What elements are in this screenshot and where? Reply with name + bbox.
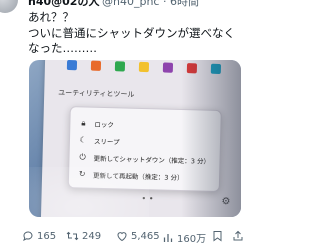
share-icon xyxy=(233,230,243,241)
photo-glare xyxy=(29,167,149,217)
retweet-icon xyxy=(66,231,79,241)
section-label: ユーティリティとツール xyxy=(58,88,135,99)
author-handle[interactable]: @h40_pnc · 6時間 xyxy=(102,0,199,9)
sleep-icon: ☾ xyxy=(79,135,87,145)
views-button[interactable]: 160万 xyxy=(162,230,206,245)
lock-icon: 🔒︎ xyxy=(81,118,86,128)
reply-button[interactable]: 165 xyxy=(22,230,56,242)
like-button[interactable]: 5,465 xyxy=(116,230,160,242)
app-tile xyxy=(138,61,150,73)
menu-item-label: スリープ xyxy=(93,137,120,147)
bookmark-button[interactable] xyxy=(212,230,226,242)
bar-chart-icon xyxy=(163,233,173,242)
update-shutdown-icon: ⏻ xyxy=(79,152,86,162)
share-button[interactable] xyxy=(232,230,247,242)
retweet-count: 249 xyxy=(82,230,102,242)
app-tile xyxy=(66,60,78,71)
reply-count: 165 xyxy=(37,230,57,242)
reply-icon xyxy=(23,231,33,242)
retweet-button[interactable]: 249 xyxy=(66,230,101,242)
tweet-photo[interactable]: ユーティリティとツール 🔒︎ ロック ☾ スリープ ⏻ 更新してシャットダウン（… xyxy=(29,60,241,217)
app-tile xyxy=(90,60,102,71)
menu-item-lock: 🔒︎ ロック xyxy=(78,117,114,130)
tweet-actions: 165 249 5,465 160万 xyxy=(0,230,250,248)
author-name[interactable]: h40@02の人 xyxy=(28,0,99,9)
tweet-text: あれ？？ ついに普通にシャットダウンが選べなくなった……… xyxy=(28,10,235,55)
bookmark-icon xyxy=(213,231,222,242)
photo-shadow xyxy=(181,60,241,217)
app-tile xyxy=(114,61,126,72)
menu-item-label: ロック xyxy=(94,120,115,130)
like-count: 5,465 xyxy=(131,230,160,242)
app-tile xyxy=(162,62,174,73)
heart-icon xyxy=(117,232,127,242)
views-count: 160万 xyxy=(177,234,207,245)
menu-item-sleep: ☾ スリープ xyxy=(78,134,120,147)
avatar[interactable] xyxy=(0,0,18,13)
